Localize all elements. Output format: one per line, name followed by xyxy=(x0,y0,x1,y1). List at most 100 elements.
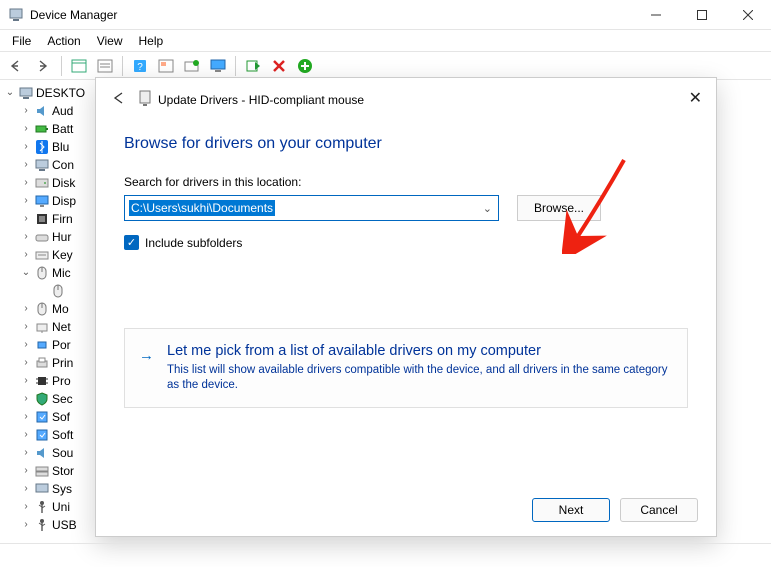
close-button[interactable] xyxy=(725,0,771,30)
device-category-icon xyxy=(34,517,50,533)
expand-icon[interactable]: › xyxy=(18,246,34,264)
expand-icon[interactable]: › xyxy=(18,210,34,228)
device-category-icon xyxy=(34,121,50,137)
expand-icon[interactable]: › xyxy=(18,336,34,354)
tree-item-label: Blu xyxy=(52,138,69,156)
tree-item-label: Sof xyxy=(52,408,70,426)
expand-icon[interactable]: › xyxy=(18,300,34,318)
path-combobox[interactable]: C:\Users\sukhi\Documents ⌄ xyxy=(124,195,499,221)
expand-icon[interactable]: › xyxy=(18,444,34,462)
enable-icon[interactable] xyxy=(241,54,265,78)
scan-icon[interactable] xyxy=(154,54,178,78)
expand-icon[interactable]: › xyxy=(18,462,34,480)
tree-item-label: Mo xyxy=(52,300,69,318)
tree-item-label: Batt xyxy=(52,120,73,138)
chevron-down-icon[interactable]: ⌄ xyxy=(483,202,492,215)
svg-text:?: ? xyxy=(137,62,143,73)
tree-item-label: Con xyxy=(52,156,74,174)
device-category-icon xyxy=(34,499,50,515)
tree-root-label: DESKTO xyxy=(36,84,85,102)
expand-icon[interactable]: › xyxy=(18,102,34,120)
tree-item-label: Disk xyxy=(52,174,75,192)
add-icon[interactable] xyxy=(293,54,317,78)
maximize-button[interactable] xyxy=(679,0,725,30)
include-subfolders-row[interactable]: ✓ Include subfolders xyxy=(124,235,688,250)
next-button[interactable]: Next xyxy=(532,498,610,522)
update-driver-dialog: Update Drivers - HID-compliant mouse ✕ B… xyxy=(95,77,717,537)
expand-icon[interactable]: › xyxy=(18,228,34,246)
tree-item-label: Soft xyxy=(52,426,73,444)
device-category-icon xyxy=(34,301,50,317)
dialog-close-button[interactable]: ✕ xyxy=(689,88,702,108)
tree-item-label: Sou xyxy=(52,444,73,462)
expand-icon[interactable]: › xyxy=(18,480,34,498)
device-category-icon xyxy=(34,373,50,389)
tree-item-label: Hur xyxy=(52,228,71,246)
tree-item-label: Por xyxy=(52,336,71,354)
tree-item-label: Stor xyxy=(52,462,74,480)
window-controls xyxy=(633,0,771,30)
tree-item-label: Mic xyxy=(52,264,71,282)
device-category-icon xyxy=(34,175,50,191)
dialog-header: Update Drivers - HID-compliant mouse xyxy=(96,78,716,115)
expand-icon[interactable]: › xyxy=(18,426,34,444)
pick-from-list-option[interactable]: → Let me pick from a list of available d… xyxy=(124,328,688,408)
separator xyxy=(235,56,236,76)
device-category-icon xyxy=(34,391,50,407)
minimize-button[interactable] xyxy=(633,0,679,30)
device-category-icon xyxy=(34,337,50,353)
cancel-button[interactable]: Cancel xyxy=(620,498,698,522)
separator xyxy=(61,56,62,76)
menu-help[interactable]: Help xyxy=(131,32,172,50)
menubar: File Action View Help xyxy=(0,30,771,52)
show-hide-icon[interactable] xyxy=(67,54,91,78)
device-category-icon xyxy=(34,157,50,173)
expand-icon[interactable]: › xyxy=(18,192,34,210)
monitor-icon[interactable] xyxy=(206,54,230,78)
titlebar: Device Manager xyxy=(0,0,771,30)
expand-icon[interactable]: › xyxy=(18,174,34,192)
update-driver-icon[interactable] xyxy=(180,54,204,78)
collapse-icon[interactable]: ⌄ xyxy=(2,84,18,102)
menu-file[interactable]: File xyxy=(4,32,39,50)
option-description: This list will show available drivers co… xyxy=(167,363,669,393)
device-category-icon xyxy=(34,319,50,335)
expand-icon[interactable]: › xyxy=(18,372,34,390)
expand-icon[interactable]: › xyxy=(18,318,34,336)
expand-icon[interactable]: › xyxy=(18,408,34,426)
tree-item-label: Sec xyxy=(52,390,73,408)
computer-icon xyxy=(18,85,34,101)
menu-view[interactable]: View xyxy=(89,32,131,50)
expand-icon[interactable]: › xyxy=(18,498,34,516)
forward-button[interactable] xyxy=(32,54,56,78)
separator xyxy=(122,56,123,76)
tree-item-label: Key xyxy=(52,246,73,264)
device-category-icon xyxy=(34,463,50,479)
tree-item-label: Pro xyxy=(52,372,71,390)
expand-icon[interactable]: › xyxy=(18,138,34,156)
browse-button[interactable]: Browse... xyxy=(517,195,601,221)
expand-icon[interactable]: › xyxy=(18,354,34,372)
dialog-back-button[interactable] xyxy=(112,91,128,108)
arrow-right-icon: → xyxy=(139,347,154,364)
device-category-icon xyxy=(34,355,50,371)
expand-icon[interactable]: › xyxy=(18,120,34,138)
help-icon[interactable]: ? xyxy=(128,54,152,78)
uninstall-icon[interactable] xyxy=(267,54,291,78)
include-subfolders-label: Include subfolders xyxy=(145,236,242,250)
device-category-icon xyxy=(34,409,50,425)
app-icon xyxy=(8,7,24,23)
expand-icon[interactable]: › xyxy=(18,390,34,408)
expand-icon[interactable]: ⌄ xyxy=(18,264,34,282)
device-category-icon xyxy=(50,283,66,299)
include-subfolders-checkbox[interactable]: ✓ xyxy=(124,235,139,250)
back-button[interactable] xyxy=(6,54,30,78)
device-category-icon xyxy=(34,139,50,155)
menu-action[interactable]: Action xyxy=(39,32,88,50)
properties-icon[interactable] xyxy=(93,54,117,78)
statusbar-strip xyxy=(0,543,771,567)
expand-icon[interactable]: › xyxy=(18,156,34,174)
expand-icon[interactable]: › xyxy=(18,516,34,534)
tree-item-label: Sys xyxy=(52,480,72,498)
device-category-icon xyxy=(34,229,50,245)
